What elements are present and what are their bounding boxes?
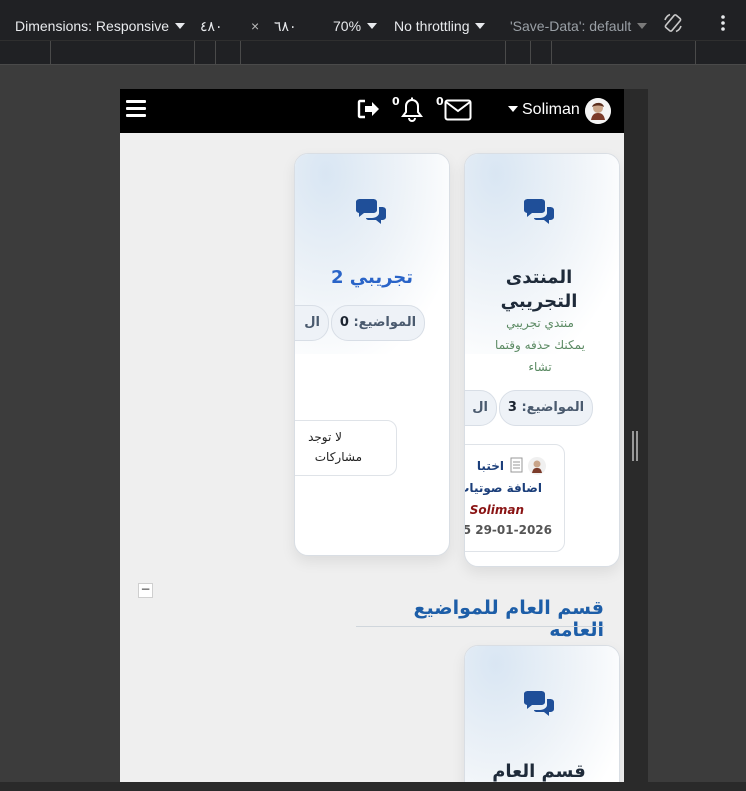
width-input[interactable]: ٤٨٠ [200, 0, 223, 40]
topics-count: 0 [339, 315, 349, 330]
chevron-down-icon [508, 106, 518, 112]
avatar[interactable] [585, 98, 611, 124]
document-icon [510, 457, 524, 477]
topics-stat: المواضيع: 0 [331, 305, 425, 341]
topics-label: المواضيع: [521, 400, 585, 415]
height-input[interactable]: ٦٨٠ [274, 0, 297, 40]
forum-card-2[interactable]: تجريبي 2 المواضيع: 0 ال لا توجد مشاركات [294, 153, 450, 556]
chat-bubbles-icon [353, 198, 389, 232]
card-title[interactable]: تجريبي 2 [295, 266, 449, 290]
no-posts-line2: مشاركات [314, 450, 362, 464]
last-post-forum[interactable]: اختبا [477, 459, 504, 473]
topics-label: المواضيع: [353, 315, 417, 330]
posts-stat: ال [295, 305, 329, 341]
width-value: ٤٨٠ [200, 18, 223, 34]
no-posts-box: لا توجد مشاركات [295, 420, 397, 476]
times-sign: × [251, 18, 260, 34]
topics-count: 3 [507, 400, 517, 415]
throttling-label: No throttling [394, 18, 470, 34]
last-post-user[interactable]: Soliman [470, 503, 524, 517]
last-post-avatar [528, 457, 546, 475]
card-desc-line2: يمكنك حذفه وقتما [495, 338, 585, 352]
resize-handle[interactable] [632, 431, 638, 461]
last-post-box: اختبا اضافة صوتيات Soliman 25 29-01-2026 [464, 444, 565, 552]
posts-stat: ال [465, 390, 497, 426]
bottom-resize-area[interactable] [0, 782, 746, 791]
envelope-icon[interactable] [444, 99, 472, 125]
no-posts-line1: لا توجد [308, 430, 342, 444]
section-title[interactable]: قسم العام للمواضيع العامه [356, 597, 604, 641]
card-title[interactable]: قسم العام [465, 760, 613, 782]
bell-icon[interactable] [400, 97, 424, 127]
logout-icon[interactable] [356, 98, 380, 124]
height-value: ٦٨٠ [274, 18, 297, 34]
topics-stat: المواضيع: 3 [499, 390, 593, 426]
chevron-down-icon [475, 23, 486, 29]
save-data-label: 'Save-Data': default [510, 18, 632, 34]
zoom-label: 70% [333, 18, 362, 34]
collapse-toggle[interactable]: − [138, 583, 153, 598]
chevron-down-icon [367, 23, 378, 29]
hamburger-menu-icon[interactable] [126, 100, 146, 118]
chat-bubbles-icon [521, 198, 557, 232]
username: Soliman [522, 101, 580, 118]
zoom-dropdown[interactable]: 70% [333, 0, 378, 40]
messages-count: 0 [436, 95, 444, 108]
section-card[interactable]: قسم العام [464, 645, 620, 782]
card-title-line2[interactable]: التجريبي [465, 290, 613, 314]
site-navbar: 0 0 Soliman [120, 89, 624, 133]
save-data-dropdown[interactable]: 'Save-Data': default [510, 0, 648, 40]
dimensions-dropdown[interactable]: Dimensions: Responsive [15, 0, 186, 40]
dimensions-label: Dimensions: Responsive [15, 18, 170, 34]
devtools-device-toolbar: Dimensions: Responsive ٤٨٠ × ٦٨٠ 70% No … [0, 0, 746, 40]
card-title-line1[interactable]: المنتدى [465, 266, 613, 290]
chat-bubbles-icon [521, 690, 557, 724]
device-viewport: 0 0 Soliman تجريبي 2 المواضيع: 0 ال لا ت… [120, 89, 624, 782]
user-menu[interactable]: Soliman [508, 101, 580, 119]
forum-card-1[interactable]: المنتدى التجريبي منتدي تجريبي يمكنك حذفه… [464, 153, 620, 567]
notifications-count: 0 [392, 95, 400, 108]
last-post-date: 25 29-01-2026 [464, 523, 552, 537]
posts-label: ال [472, 400, 488, 415]
chevron-down-icon [637, 23, 648, 29]
last-post-subject[interactable]: اضافة صوتيات [465, 481, 542, 495]
card-desc-line3: تشاء [528, 360, 552, 374]
chevron-down-icon [175, 23, 186, 29]
section-divider [356, 626, 604, 627]
posts-label: ال [304, 315, 320, 330]
throttling-dropdown[interactable]: No throttling [394, 0, 486, 40]
media-query-ruler [0, 40, 746, 65]
card-desc-line1: منتدي تجريبي [506, 316, 574, 330]
